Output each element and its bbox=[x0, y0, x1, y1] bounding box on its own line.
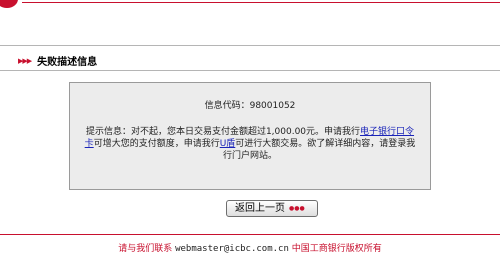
footer-divider bbox=[0, 234, 500, 235]
message-text-2: 可增大您的支付额度，申请我行 bbox=[93, 139, 220, 149]
footer-email: webmaster@icbc.com.cn bbox=[175, 244, 289, 254]
back-button-label: 返回上一页 bbox=[235, 203, 285, 214]
message-box: 信息代码：98001052 提示信息：对不起，您本日交易支付金额超过1,000.… bbox=[69, 82, 431, 190]
ushield-link[interactable]: U盾 bbox=[220, 139, 236, 149]
top-divider bbox=[22, 2, 500, 3]
error-code-value: 98001052 bbox=[249, 101, 296, 111]
dots-icon: ●●● bbox=[289, 205, 305, 212]
footer-contact: 请与我们联系 bbox=[118, 244, 173, 254]
triple-chevron-icon: ▶▶▶ bbox=[18, 56, 32, 65]
footer-copyright: 中国工商银行版权所有 bbox=[291, 244, 382, 254]
error-code-label: 信息代码： bbox=[204, 101, 250, 111]
error-message: 提示信息：对不起，您本日交易支付金额超过1,000.00元。申请我行电子银行口令… bbox=[84, 126, 416, 162]
section-divider-top bbox=[0, 45, 500, 46]
error-code-line: 信息代码：98001052 bbox=[70, 98, 430, 111]
message-text-3: 可进行大额交易。欲了解详细内容，请登录我行门户网站。 bbox=[222, 139, 416, 161]
back-button[interactable]: 返回上一页 ●●● bbox=[226, 200, 318, 217]
section-divider-bottom bbox=[0, 70, 500, 71]
icbc-logo-icon bbox=[0, 0, 18, 8]
message-text-1: 提示信息：对不起，您本日交易支付金额超过1,000.00元。申请我行 bbox=[85, 127, 361, 137]
section-header: ▶▶▶ 失败描述信息 bbox=[18, 53, 98, 69]
section-title: 失败描述信息 bbox=[37, 57, 98, 68]
footer: 请与我们联系 webmaster@icbc.com.cn 中国工商银行版权所有 bbox=[0, 241, 500, 254]
